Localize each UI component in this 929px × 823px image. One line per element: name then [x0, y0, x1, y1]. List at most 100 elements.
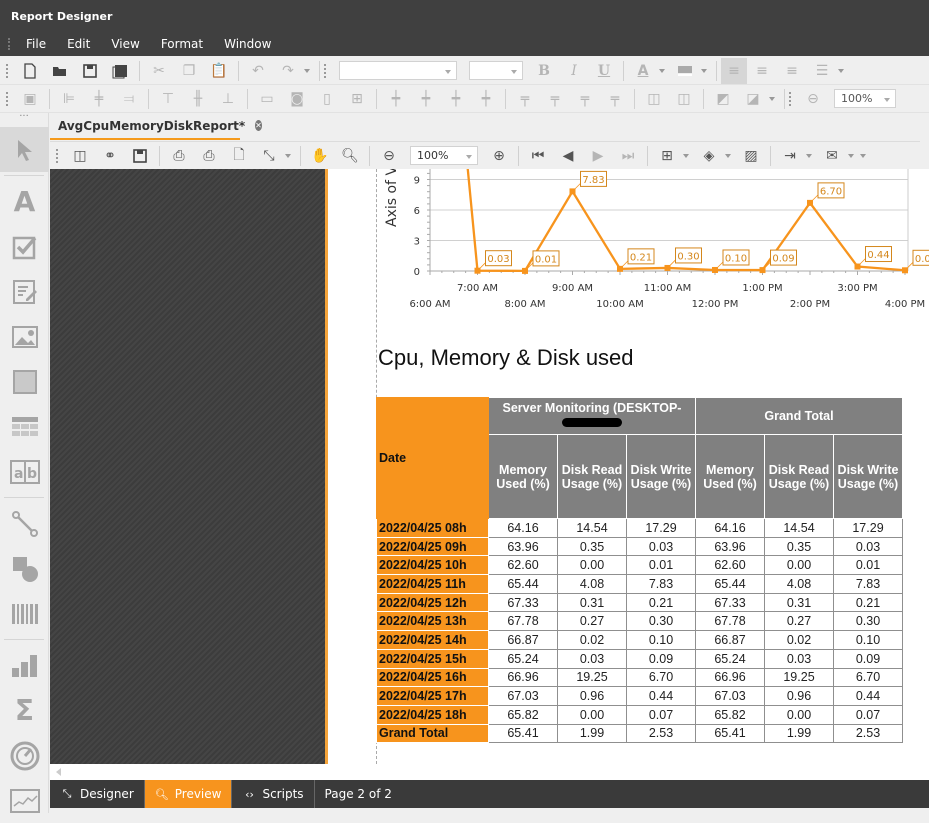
document-map-icon[interactable]: ◫ — [70, 146, 90, 166]
magnifier-icon[interactable]: 🔍︎ — [340, 146, 360, 166]
h-spacing-equal-icon[interactable]: ┿ — [386, 89, 406, 109]
background-color-dropdown[interactable] — [700, 66, 708, 76]
label-tool[interactable]: A — [0, 179, 49, 224]
send-to-back-icon[interactable]: ◪ — [743, 89, 763, 109]
underline-icon[interactable]: U — [594, 61, 614, 81]
make-same-height-icon[interactable]: ▯ — [317, 89, 337, 109]
next-page-icon[interactable]: ▶ — [588, 146, 608, 166]
save-all-icon[interactable] — [110, 61, 130, 81]
toolbar-grip[interactable] — [789, 91, 792, 106]
rich-text-tool[interactable] — [0, 269, 49, 314]
picture-box-tool[interactable] — [0, 314, 49, 359]
bring-to-front-icon[interactable]: ◩ — [713, 89, 733, 109]
menu-edit[interactable]: Edit — [67, 37, 90, 51]
zoom-in-icon[interactable]: ⊕ — [489, 146, 509, 166]
menu-view[interactable]: View — [111, 37, 139, 51]
scale-dropdown[interactable] — [284, 151, 292, 161]
justify-dropdown[interactable] — [837, 66, 845, 76]
size-to-grid-icon[interactable]: ◙ — [287, 89, 307, 109]
multiple-pages-icon[interactable]: ⊞ — [657, 146, 677, 166]
v-spacing-increase-icon[interactable]: ╤ — [545, 89, 565, 109]
bold-icon[interactable]: B — [534, 61, 554, 81]
gauge-tool[interactable] — [0, 733, 49, 778]
scroll-left-icon[interactable] — [56, 768, 61, 776]
align-rights-icon[interactable]: ⫤ — [119, 89, 139, 109]
watermark-icon[interactable]: ▨ — [741, 146, 761, 166]
redo-dropdown[interactable] — [303, 66, 311, 76]
preview-zoom-combo[interactable]: 100% — [410, 146, 478, 165]
last-page-icon[interactable]: ⏭ — [618, 146, 638, 166]
sparkline-tool[interactable] — [0, 778, 49, 823]
font-color-dropdown[interactable] — [658, 66, 666, 76]
toolbar-grip[interactable] — [324, 63, 327, 78]
v-spacing-equal-icon[interactable]: ╤ — [515, 89, 535, 109]
multiple-pages-dropdown[interactable] — [682, 151, 690, 161]
previous-page-icon[interactable]: ◀ — [558, 146, 578, 166]
table-tool[interactable] — [0, 404, 49, 449]
menu-format[interactable]: Format — [161, 37, 203, 51]
open-folder-icon[interactable] — [50, 61, 70, 81]
chart-tool[interactable] — [0, 643, 49, 688]
menu-grip[interactable] — [8, 38, 11, 50]
print-icon[interactable]: ⎙ — [169, 146, 189, 166]
cut-icon[interactable]: ✂ — [149, 61, 169, 81]
h-spacing-decrease-icon[interactable]: ┿ — [446, 89, 466, 109]
align-tops-icon[interactable]: ⊤ — [158, 89, 178, 109]
center-vertically-icon[interactable]: ◫ — [674, 89, 694, 109]
page-setup-icon[interactable]: 🗋 — [229, 146, 249, 166]
zoom-out-icon[interactable]: ⊖ — [803, 89, 823, 109]
shape-tool[interactable] — [0, 546, 49, 591]
designer-zoom-combo[interactable]: 100% — [834, 89, 896, 108]
redo-icon[interactable]: ↷ — [278, 61, 298, 81]
align-centers-icon[interactable]: ╪ — [89, 89, 109, 109]
email-icon[interactable]: ✉ — [822, 146, 842, 166]
toolbar-grip[interactable] — [6, 63, 9, 78]
align-middles-icon[interactable]: ╫ — [188, 89, 208, 109]
make-same-size-icon[interactable]: ⊞ — [347, 89, 367, 109]
hand-tool-icon[interactable]: ✋ — [310, 146, 330, 166]
align-to-grid-icon[interactable]: ▣ — [20, 89, 40, 109]
v-spacing-decrease-icon[interactable]: ╤ — [575, 89, 595, 109]
barcode-tool[interactable] — [0, 591, 49, 636]
font-name-combo[interactable] — [339, 61, 457, 80]
tab-designer[interactable]: ⤡ Designer — [50, 780, 145, 808]
justify-icon[interactable]: ☰ — [812, 61, 832, 81]
toolbar-grip[interactable] — [56, 148, 59, 163]
v-spacing-remove-icon[interactable]: ╤ — [605, 89, 625, 109]
font-size-combo[interactable] — [469, 61, 523, 80]
panel-tool[interactable] — [0, 359, 49, 404]
new-file-icon[interactable] — [20, 61, 40, 81]
undo-icon[interactable]: ↶ — [248, 61, 268, 81]
menu-window[interactable]: Window — [224, 37, 271, 51]
toolbox-grip[interactable]: ··· — [0, 112, 48, 127]
copy-icon[interactable]: ❐ — [179, 61, 199, 81]
document-tab[interactable]: AvgCpuMemoryDiskReport* ✕ — [50, 113, 262, 140]
horizontal-scrollbar[interactable] — [50, 764, 929, 780]
character-comb-tool[interactable]: ab — [0, 449, 49, 494]
align-right-icon[interactable]: ≡ — [782, 61, 802, 81]
paste-icon[interactable]: 📋 — [209, 61, 229, 81]
report-page[interactable]: 0 3 6 9 Axis of V 7:00 AM 9:00 AM 11:00 AM 1:00 … — [328, 169, 929, 764]
h-spacing-remove-icon[interactable]: ┿ — [476, 89, 496, 109]
search-binoculars-icon[interactable]: ⚭ — [100, 146, 120, 166]
center-horizontally-icon[interactable]: ◫ — [644, 89, 664, 109]
tab-preview[interactable]: 🔍︎ Preview — [144, 780, 233, 808]
save-icon[interactable] — [130, 146, 150, 166]
zoom-out-icon[interactable]: ⊖ — [379, 146, 399, 166]
page-color-icon[interactable]: ◈ — [699, 146, 719, 166]
first-page-icon[interactable]: ⏮ — [528, 146, 548, 166]
checkbox-tool[interactable] — [0, 224, 49, 269]
export-dropdown[interactable] — [805, 151, 813, 161]
background-color-icon[interactable] — [675, 61, 695, 81]
h-spacing-increase-icon[interactable]: ┿ — [416, 89, 436, 109]
toolbar-overflow-dropdown[interactable] — [859, 151, 867, 161]
align-bottoms-icon[interactable]: ⊥ — [218, 89, 238, 109]
font-color-icon[interactable]: A — [633, 61, 653, 81]
italic-icon[interactable]: I — [564, 61, 584, 81]
tab-scripts[interactable]: ‹› Scripts — [232, 780, 315, 808]
close-tab-icon[interactable]: ✕ — [255, 120, 262, 131]
make-same-width-icon[interactable]: ▭ — [257, 89, 277, 109]
order-dropdown[interactable] — [768, 94, 776, 104]
toolbar-grip[interactable] — [6, 91, 9, 106]
pointer-tool[interactable] — [0, 127, 49, 172]
